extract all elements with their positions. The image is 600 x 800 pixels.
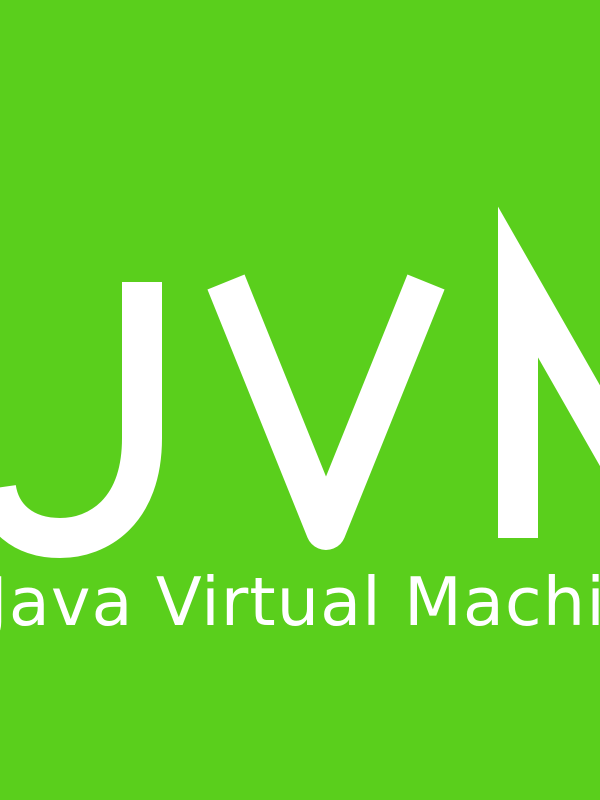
jvm-logo-lettering [0, 206, 600, 558]
jvm-logo [0, 206, 600, 562]
jvm-banner: Java Virtual Machine [0, 0, 600, 800]
jvm-subtitle: Java Virtual Machine [0, 563, 600, 641]
